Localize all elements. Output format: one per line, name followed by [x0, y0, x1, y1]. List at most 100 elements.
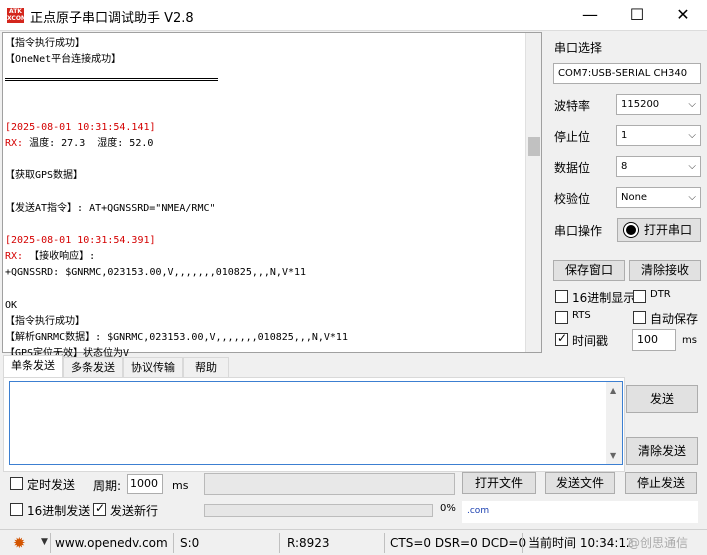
send-count: S:0	[180, 536, 200, 550]
timestamp-input[interactable]: 100	[632, 329, 676, 351]
status-separator	[522, 533, 523, 553]
receive-line	[5, 87, 525, 103]
auto-save-label: 自动保存	[650, 312, 699, 326]
tab-help[interactable]: 帮助	[183, 357, 229, 377]
receive-line	[5, 104, 525, 120]
parity-combo[interactable]: None ⌵	[616, 187, 701, 208]
parity-value: None	[621, 192, 648, 203]
open-port-label: 打开串口	[643, 223, 692, 237]
timed-send-label: 定时发送	[27, 478, 76, 492]
line-status: CTS=0 DSR=0 DCD=0	[390, 536, 527, 550]
receive-line: 【解析GNRMC数据】: $GNRMC,023153.00,V,,,,,,,01…	[5, 332, 348, 344]
save-window-button[interactable]: 保存窗口	[553, 260, 625, 281]
send-textarea[interactable]: ▲ ▼	[9, 381, 623, 465]
timestamp-unit: ms	[682, 335, 697, 346]
rx-prefix: RX:	[5, 137, 24, 149]
watermark: @创思通信	[628, 534, 689, 552]
scroll-down-icon[interactable]: ▼	[610, 451, 616, 460]
send-newline-checkbox[interactable]	[93, 501, 106, 516]
rx-text: 【接收响应】:	[29, 251, 96, 263]
baud-value: 115200	[621, 99, 660, 110]
rts-checkbox[interactable]	[555, 311, 568, 324]
dtr-checkbox[interactable]	[633, 290, 646, 303]
clear-receive-button[interactable]: 清除接收	[629, 260, 701, 281]
receive-line: +QGNSSRD: $GNRMC,023153.00,V,,,,,,,01082…	[5, 267, 307, 279]
status-separator	[279, 533, 280, 553]
status-separator	[173, 533, 174, 553]
chevron-down-icon: ⌵	[688, 99, 696, 110]
maximize-button[interactable]: ☐	[614, 0, 660, 31]
open-port-button[interactable]: 打开串口	[617, 218, 701, 242]
minimize-button[interactable]: —	[567, 0, 613, 31]
period-input[interactable]: 1000	[127, 474, 163, 494]
link-field[interactable]: .com	[462, 501, 698, 523]
hex-display-label: 16进制显示	[572, 291, 636, 305]
website-link[interactable]: www.openedv.com	[55, 534, 168, 552]
status-separator	[50, 533, 51, 553]
receive-line	[5, 152, 525, 168]
link-text: .com	[467, 506, 490, 516]
receive-line: 【指令执行成功】	[5, 38, 85, 49]
databit-combo[interactable]: 8 ⌵	[616, 156, 701, 177]
timed-send-checkbox[interactable]	[10, 477, 23, 490]
scroll-up-icon[interactable]: ▲	[610, 386, 616, 395]
tab-single-send[interactable]: 单条发送	[3, 355, 63, 377]
baud-label: 波特率	[554, 99, 591, 113]
receive-line	[5, 282, 525, 298]
status-separator	[384, 533, 385, 553]
scrollbar-thumb[interactable]	[528, 137, 540, 156]
status-bar: ✹ ▼ www.openedv.com S:0 R:8923 CTS=0 DSR…	[0, 529, 707, 555]
title-bar: ATK XCOM 正点原子串口调试助手 V2.8 — ☐ ✕	[0, 0, 707, 31]
window-title: 正点原子串口调试助手 V2.8	[30, 11, 194, 26]
clear-send-button[interactable]: 清除发送	[626, 437, 698, 465]
stop-send-button[interactable]: 停止发送	[625, 472, 697, 494]
send-button[interactable]: 发送	[626, 385, 698, 413]
chevron-down-icon: ⌵	[688, 192, 696, 203]
timestamp-checkbox[interactable]	[555, 331, 568, 346]
rx-text: 温度: 27.3 湿度: 52.0	[29, 137, 154, 149]
gear-icon[interactable]: ✹	[13, 534, 26, 552]
baud-combo[interactable]: 115200 ⌵	[616, 94, 701, 115]
close-button[interactable]: ✕	[660, 0, 706, 31]
port-select-combo[interactable]: COM7:USB-SERIAL CH340	[553, 63, 701, 84]
send-scrollbar[interactable]: ▲ ▼	[606, 382, 622, 464]
send-progress-bar	[204, 504, 433, 517]
stopbit-label: 停止位	[554, 130, 591, 144]
receive-line	[5, 185, 525, 201]
receive-line: 【发送AT指令】: AT+QGNSSRD="NMEA/RMC"	[5, 202, 216, 214]
tab-protocol[interactable]: 协议传输	[123, 357, 183, 377]
period-unit: ms	[172, 479, 189, 492]
send-newline-label: 发送新行	[110, 504, 159, 518]
chevron-down-icon: ⌵	[688, 161, 696, 172]
databit-label: 数据位	[554, 161, 591, 175]
open-file-button[interactable]: 打开文件	[462, 472, 536, 494]
file-path-field[interactable]	[204, 473, 455, 495]
timestamp-line: [2025-08-01 10:31:54.391]	[5, 235, 156, 247]
databit-value: 8	[621, 161, 628, 172]
receive-line	[5, 217, 525, 233]
receive-line: 【OneNet平台连接成功】	[5, 54, 122, 66]
timestamp-label: 时间戳	[572, 334, 609, 348]
record-icon	[625, 225, 636, 235]
receive-textarea[interactable]: 【指令执行成功】 【OneNet平台连接成功】 [2025-08-01 10:3…	[2, 32, 542, 359]
stopbit-combo[interactable]: 1 ⌵	[616, 125, 701, 146]
hex-display-checkbox[interactable]	[555, 290, 568, 303]
rts-label: RTS	[572, 310, 591, 321]
parity-label: 校验位	[554, 192, 591, 206]
tab-multi-send[interactable]: 多条发送	[63, 357, 123, 377]
chevron-down-icon[interactable]: ▼	[41, 537, 48, 547]
receive-line: OK	[5, 299, 18, 311]
receive-line: 【获取GPS数据】	[5, 170, 84, 182]
receive-line: RX: 【接收响应】:	[5, 249, 525, 265]
receive-count: R:8923	[287, 536, 330, 550]
send-file-button[interactable]: 发送文件	[545, 472, 615, 494]
receive-line: 【指令执行成功】	[5, 316, 85, 327]
hex-send-checkbox[interactable]	[10, 503, 23, 516]
dtr-label: DTR	[650, 289, 671, 300]
auto-save-checkbox[interactable]	[633, 311, 646, 324]
timestamp-line: [2025-08-01 10:31:54.141]	[5, 121, 156, 133]
port-select-value: COM7:USB-SERIAL CH340	[558, 68, 688, 79]
progress-text: 0%	[440, 503, 456, 514]
app-logo-icon: ATK XCOM	[7, 8, 27, 23]
receive-scrollbar[interactable]	[525, 33, 541, 352]
